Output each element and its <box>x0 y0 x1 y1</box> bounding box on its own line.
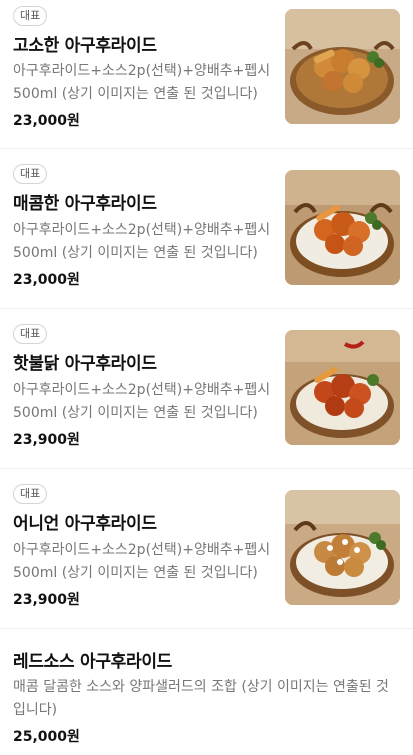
menu-item-price: 23,000원 <box>13 272 80 288</box>
menu-item-name: 어니언 아구후라이드 <box>13 514 157 534</box>
menu-item-price: 23,900원 <box>13 592 80 608</box>
menu-item-description: 매콤 달콤한 소스와 양파샐러드의 조합 (상기 이미지는 연출된 것입니다) <box>13 679 389 718</box>
menu-item-name: 고소한 아구후라이드 <box>13 36 157 56</box>
menu-item[interactable]: 대표 매콤한 아구후라이드 아구후라이드+소스2p(선택)+양배추+펩시500m… <box>0 149 413 309</box>
signature-badge: 대표 <box>13 6 48 26</box>
signature-badge: 대표 <box>13 324 48 344</box>
menu-item-name: 매콤한 아구후라이드 <box>13 194 157 214</box>
menu-item-description: 아구후라이드+소스2p(선택)+양배추+펩시500ml (상기 이미지는 연출 … <box>13 382 271 421</box>
menu-item-price: 25,000원 <box>13 729 80 745</box>
menu-item-photo <box>285 330 400 445</box>
signature-badge: 대표 <box>13 164 48 184</box>
menu-list: 대표 고소한 아구후라이드 아구후라이드+소스2p(선택)+양배추+펩시500m… <box>0 0 413 755</box>
menu-item-name: 핫불닭 아구후라이드 <box>13 354 157 374</box>
menu-item-description: 아구후라이드+소스2p(선택)+양배추+펩시500ml (상기 이미지는 연출 … <box>13 542 271 581</box>
menu-item-price: 23,900원 <box>13 432 80 448</box>
menu-item-photo <box>285 490 400 605</box>
menu-item-price: 23,000원 <box>13 113 80 129</box>
menu-item[interactable]: 레드소스 아구후라이드 매콤 달콤한 소스와 양파샐러드의 조합 (상기 이미지… <box>0 629 413 755</box>
menu-item-name: 레드소스 아구후라이드 <box>13 652 173 672</box>
menu-item-description: 아구후라이드+소스2p(선택)+양배추+펩시500ml (상기 이미지는 연출 … <box>13 63 271 102</box>
menu-item-description: 아구후라이드+소스2p(선택)+양배추+펩시500ml (상기 이미지는 연출 … <box>13 222 271 261</box>
menu-item-photo <box>285 9 400 124</box>
menu-item[interactable]: 대표 어니언 아구후라이드 아구후라이드+소스2p(선택)+양배추+펩시500m… <box>0 469 413 629</box>
menu-item[interactable]: 대표 핫불닭 아구후라이드 아구후라이드+소스2p(선택)+양배추+펩시500m… <box>0 309 413 469</box>
signature-badge: 대표 <box>13 484 48 504</box>
menu-item[interactable]: 대표 고소한 아구후라이드 아구후라이드+소스2p(선택)+양배추+펩시500m… <box>0 0 413 149</box>
menu-item-photo <box>285 170 400 285</box>
